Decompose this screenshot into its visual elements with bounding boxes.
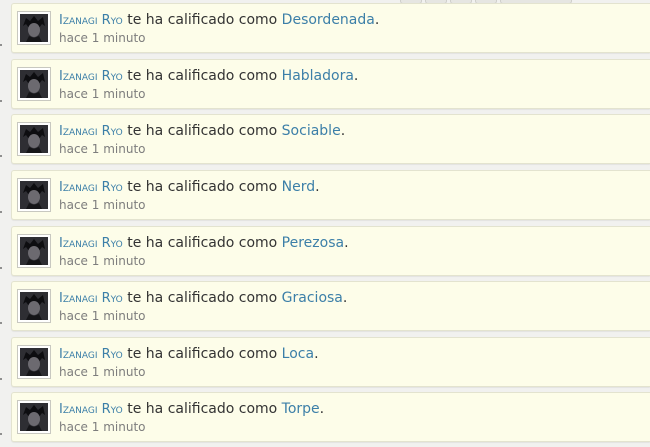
trait-link[interactable]: Desordenada [282, 12, 375, 28]
notification-feed: Izanagi Ryo te ha calificado como Desord… [0, 0, 650, 447]
trait-link[interactable]: Loca [282, 346, 314, 362]
notification-action: te ha calificado como [127, 12, 278, 28]
notification-action: te ha calificado como [127, 346, 278, 362]
trait-link[interactable]: Graciosa [282, 290, 343, 306]
page-edge-marker [0, 100, 2, 102]
notification-timestamp: hace 1 minuto [59, 87, 146, 101]
user-link[interactable]: Izanagi Ryo [59, 291, 123, 306]
notification-punctuation: . [340, 123, 346, 139]
notification-timestamp: hace 1 minuto [59, 365, 146, 379]
notification-timestamp: hace 1 minuto [59, 142, 146, 156]
avatar-image [20, 70, 48, 98]
notification-action: te ha calificado como [127, 123, 278, 139]
notification-action: te ha calificado como [127, 401, 278, 417]
notification-item: Izanagi Ryo te ha calificado como Gracio… [11, 281, 650, 331]
avatar-image [20, 14, 48, 42]
avatar-image [20, 237, 48, 265]
user-link[interactable]: Izanagi Ryo [59, 236, 123, 251]
notification-item: Izanagi Ryo te ha calificado como Loca. … [11, 337, 650, 387]
trait-link[interactable]: Torpe [282, 401, 320, 417]
notification-text: Izanagi Ryo te ha calificado como Nerd. [59, 178, 320, 197]
user-link[interactable]: Izanagi Ryo [59, 402, 123, 417]
notification-item: Izanagi Ryo te ha calificado como Desord… [11, 3, 650, 53]
user-avatar[interactable] [17, 178, 51, 212]
page-edge-marker [0, 155, 2, 157]
user-avatar[interactable] [17, 400, 51, 434]
page-edge-marker [0, 267, 2, 269]
notification-text: Izanagi Ryo te ha calificado como Torpe. [59, 400, 324, 419]
user-avatar[interactable] [17, 67, 51, 101]
notification-timestamp: hace 1 minuto [59, 198, 146, 212]
trait-link[interactable]: Perezosa [282, 235, 344, 251]
notification-action: te ha calificado como [127, 179, 278, 195]
user-link[interactable]: Izanagi Ryo [59, 124, 123, 139]
avatar-image [20, 403, 48, 431]
user-link[interactable]: Izanagi Ryo [59, 180, 123, 195]
notification-punctuation: . [344, 235, 349, 251]
notification-text: Izanagi Ryo te ha calificado como Hablad… [59, 67, 358, 86]
notification-text: Izanagi Ryo te ha calificado como Perezo… [59, 234, 349, 253]
notification-punctuation: . [374, 12, 380, 28]
user-avatar[interactable] [17, 345, 51, 379]
trait-link[interactable]: Nerd [282, 179, 315, 195]
notification-text: Izanagi Ryo te ha calificado como Gracio… [59, 289, 347, 308]
user-link[interactable]: Izanagi Ryo [59, 13, 123, 28]
top-toolbar-edge [400, 0, 572, 4]
user-avatar[interactable] [17, 11, 51, 45]
trait-link[interactable]: Sociable [282, 123, 341, 139]
notification-item: Izanagi Ryo te ha calificado como Torpe.… [11, 392, 650, 442]
user-link[interactable]: Izanagi Ryo [59, 69, 123, 84]
user-link[interactable]: Izanagi Ryo [59, 347, 123, 362]
page-edge-marker [0, 322, 2, 324]
notification-text: Izanagi Ryo te ha calificado como Loca. [59, 345, 319, 364]
page-edge-marker [0, 433, 2, 435]
notification-timestamp: hace 1 minuto [59, 254, 146, 268]
notification-timestamp: hace 1 minuto [59, 420, 146, 434]
page-edge-marker [0, 211, 2, 213]
user-avatar[interactable] [17, 122, 51, 156]
avatar-image [20, 181, 48, 209]
notification-timestamp: hace 1 minuto [59, 31, 146, 45]
notification-item: Izanagi Ryo te ha calificado como Hablad… [11, 59, 650, 109]
notification-action: te ha calificado como [127, 290, 278, 306]
avatar-image [20, 292, 48, 320]
notification-text: Izanagi Ryo te ha calificado como Sociab… [59, 122, 345, 141]
notification-action: te ha calificado como [127, 68, 278, 84]
notification-item: Izanagi Ryo te ha calificado como Nerd. … [11, 170, 650, 220]
user-avatar[interactable] [17, 234, 51, 268]
notification-punctuation: . [319, 401, 325, 417]
trait-link[interactable]: Habladora [282, 68, 354, 84]
notification-action: te ha calificado como [127, 235, 278, 251]
avatar-image [20, 125, 48, 153]
avatar-image [20, 348, 48, 376]
notification-item: Izanagi Ryo te ha calificado como Perezo… [11, 226, 650, 276]
notification-item: Izanagi Ryo te ha calificado como Sociab… [11, 114, 650, 164]
page-edge-marker [0, 44, 2, 46]
user-avatar[interactable] [17, 289, 51, 323]
notification-timestamp: hace 1 minuto [59, 309, 146, 323]
notification-punctuation: . [353, 68, 359, 84]
notification-punctuation: . [342, 290, 348, 306]
notification-punctuation: . [315, 179, 320, 195]
notification-punctuation: . [314, 346, 319, 362]
notification-text: Izanagi Ryo te ha calificado como Desord… [59, 11, 379, 30]
page-edge-marker [0, 378, 2, 380]
